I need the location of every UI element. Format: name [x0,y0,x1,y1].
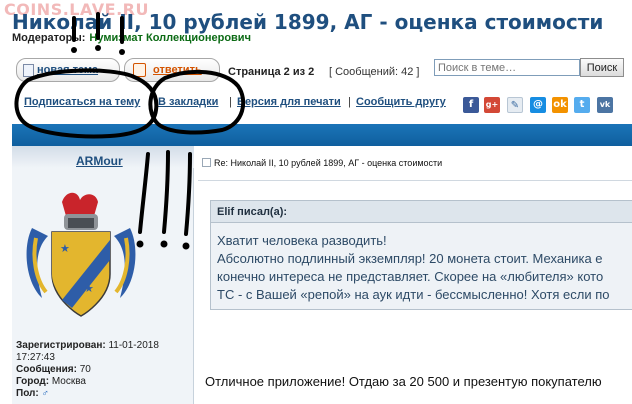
divider [198,180,632,181]
post-subject: Re: Николай II, 10 рублей 1899, АГ - оце… [202,158,442,168]
page-title: Николай II, 10 рублей 1899, АГ - оценка … [12,10,604,34]
quote-author: Elif писал(а): [211,201,632,223]
author-avatar: ★ ★ ★ [26,192,136,317]
messages-value: 70 [79,364,91,375]
moderator-link[interactable]: Нумизмат Коллекционерович [89,32,251,44]
gender-info: Пол: ♂ [16,388,49,399]
toolbar-separator: | [348,96,351,108]
svg-text:★: ★ [88,250,97,261]
new-topic-label: новая тема [37,64,99,76]
subscribe-link[interactable]: Подписаться на тему [24,96,140,108]
svg-text:★: ★ [84,282,94,295]
quote-line: конечно интереса не представляет. Скорее… [217,269,604,284]
city-label: Город: [16,376,50,387]
odnoklassniki-icon[interactable]: ok [552,97,568,113]
registered-info: Зарегистрирован: 11-01-2018 [16,340,159,351]
new-topic-button[interactable]: новая тема [16,58,120,82]
page-indicator: Страница 2 из 2 [228,66,315,78]
facebook-icon[interactable]: f [463,97,479,113]
bookmarks-link[interactable]: В закладки [158,96,218,108]
quote-line: ТС - с Вашей «репой» на аук идти - бессм… [217,287,610,302]
mailru-icon[interactable]: @ [530,97,546,113]
post-author-link[interactable]: ARMour [76,154,123,168]
post-icon [202,158,211,167]
reply-icon [133,63,146,77]
city-info: Город: Москва [16,376,86,387]
city-value: Москва [51,376,86,387]
tell-friend-link[interactable]: Сообщить другу [356,96,446,108]
quote-line: Абсолютно подлинный экземпляр! 20 монета… [217,251,603,266]
search-button[interactable]: Поиск [580,58,624,77]
post-body-text: Отличное приложение! Отдаю за 20 500 и п… [205,374,602,389]
livejournal-icon[interactable]: ✎ [507,97,523,113]
messages-label: Сообщения: [16,364,77,375]
google-plus-icon[interactable]: g+ [484,97,500,113]
twitter-icon[interactable]: t [574,97,590,113]
male-icon: ♂ [41,388,50,399]
gender-label: Пол: [16,388,39,399]
vkontakte-icon[interactable]: vk [597,97,613,113]
topic-search-input[interactable] [434,59,580,76]
quote-block: Elif писал(а): Хватит человека разводить… [210,200,632,310]
svg-text:★: ★ [60,242,70,255]
reply-button[interactable]: ответить [124,58,220,82]
toolbar-separator: | [229,96,232,108]
print-version-link[interactable]: Версия для печати [237,96,341,108]
moderators-line: Модераторы: Нумизмат Коллекционерович [12,32,251,44]
post-subject-text: Re: Николай II, 10 рублей 1899, АГ - оце… [214,158,443,168]
moderators-label: Модераторы: [12,32,86,44]
quote-line: Хватит человека разводить! [217,233,387,248]
message-count: [ Сообщений: 42 ] [329,66,420,78]
registered-time: 17:27:43 [16,352,55,363]
new-topic-icon [23,64,34,77]
registered-date: 11-01-2018 [108,340,159,351]
post-header-bar [12,124,632,146]
registered-label: Зарегистрирован: [16,340,106,351]
messages-info: Сообщения: 70 [16,364,91,375]
reply-label: ответить [153,64,202,76]
